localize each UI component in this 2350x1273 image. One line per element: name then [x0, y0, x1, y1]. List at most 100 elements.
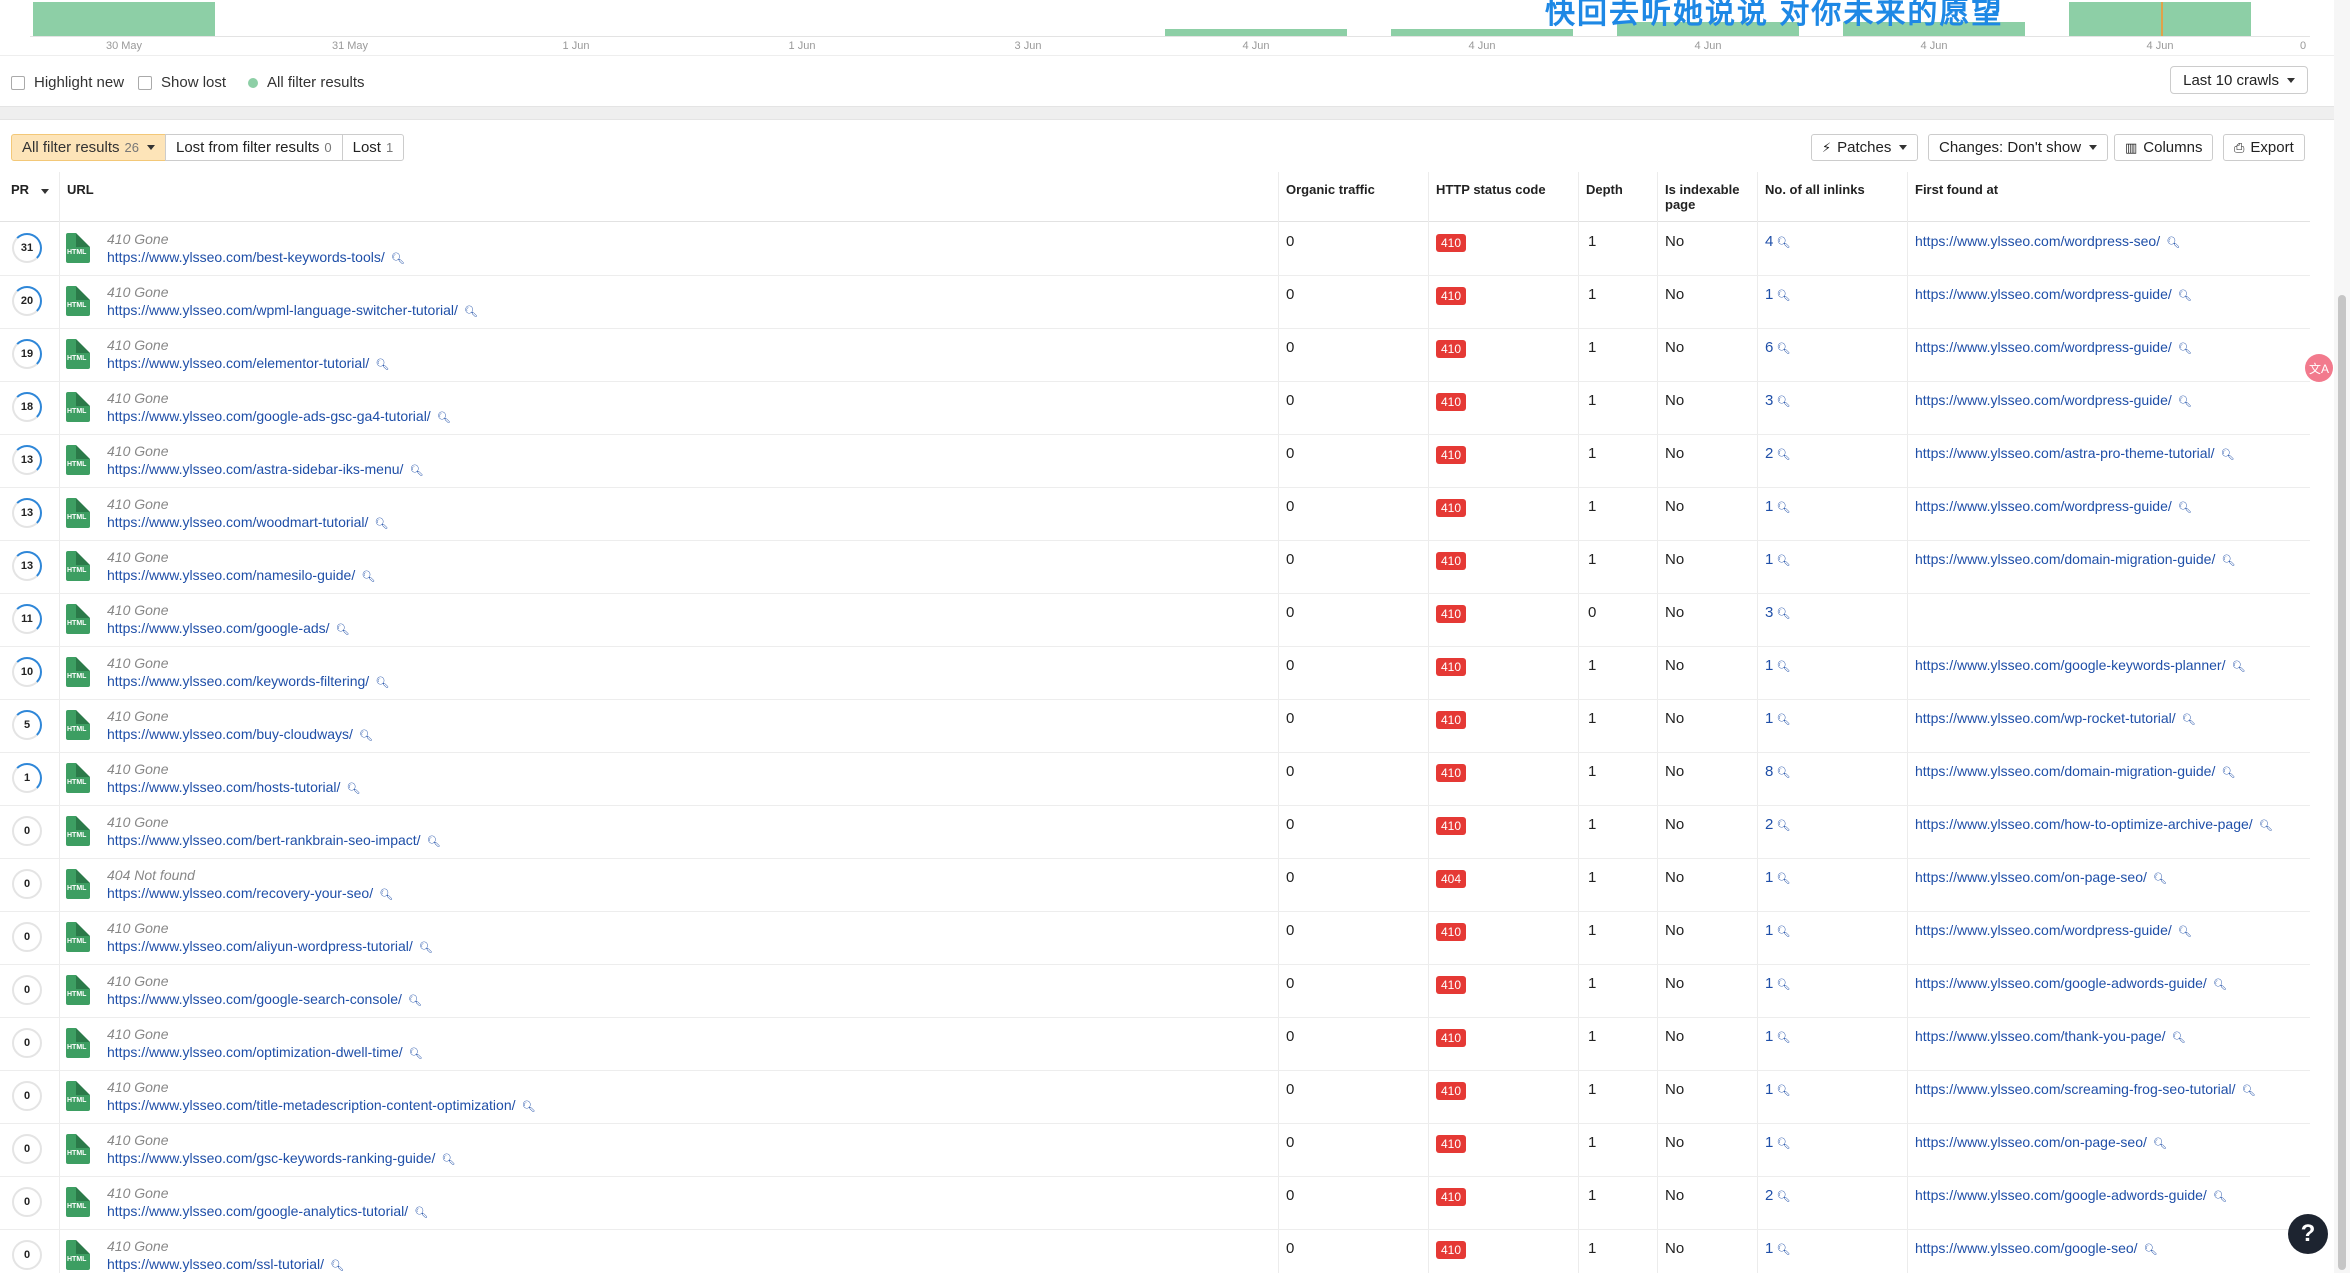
scrollbar[interactable] [2334, 0, 2350, 1273]
search-icon[interactable]: 🔍︎ [1776, 979, 1790, 991]
table-row[interactable]: 0 HTML 410 Gone https://www.ylsseo.com/bert… [0, 806, 2310, 859]
inlinks-count[interactable]: 2 [1765, 816, 1773, 833]
first-found-url[interactable]: https://www.ylsseo.com/astra-pro-theme-t… [1915, 445, 2215, 461]
url-cell[interactable]: https://www.ylsseo.com/gsc-keywords-rank… [107, 1150, 455, 1166]
first-found-url[interactable]: https://www.ylsseo.com/wordpress-seo/ [1915, 233, 2160, 249]
translate-icon[interactable]: 文A [2305, 354, 2333, 382]
table-row[interactable]: 31 HTML 410 Gone https://www.ylsseo.com/bes… [0, 223, 2310, 276]
url-cell[interactable]: https://www.ylsseo.com/google-search-con… [107, 991, 422, 1007]
inlinks-link[interactable]: 2 🔍︎ [1765, 816, 1790, 833]
inlinks-link[interactable]: 1 🔍︎ [1765, 551, 1790, 568]
first-found-url[interactable]: https://www.ylsseo.com/thank-you-page/ [1915, 1028, 2166, 1044]
inlinks-count[interactable]: 1 [1765, 869, 1773, 886]
inlinks-link[interactable]: 1 🔍︎ [1765, 869, 1790, 886]
first-found-url[interactable]: https://www.ylsseo.com/google-adwords-gu… [1915, 975, 2207, 991]
url-cell[interactable]: https://www.ylsseo.com/namesilo-guide/ 🔍︎ [107, 567, 375, 583]
first-found-link[interactable]: https://www.ylsseo.com/domain-migration-… [1915, 551, 2235, 567]
first-found-link[interactable]: https://www.ylsseo.com/google-adwords-gu… [1915, 1187, 2227, 1203]
search-icon[interactable]: 🔍︎ [2172, 1032, 2186, 1044]
url-cell[interactable]: https://www.ylsseo.com/hosts-tutorial/ 🔍︎ [107, 779, 360, 795]
inlinks-count[interactable]: 2 [1765, 445, 1773, 462]
inlinks-link[interactable]: 3 🔍︎ [1765, 392, 1790, 409]
first-found-url[interactable]: https://www.ylsseo.com/on-page-seo/ [1915, 1134, 2147, 1150]
first-found-link[interactable]: https://www.ylsseo.com/wordpress-guide/ 🔍… [1915, 922, 2192, 938]
inlinks-count[interactable]: 2 [1765, 1187, 1773, 1204]
first-found-link[interactable]: https://www.ylsseo.com/on-page-seo/ 🔍︎ [1915, 1134, 2167, 1150]
first-found-link[interactable]: https://www.ylsseo.com/wordpress-guide/ 🔍… [1915, 392, 2192, 408]
search-icon[interactable]: 🔍︎ [375, 359, 389, 371]
search-icon[interactable]: 🔍︎ [522, 1101, 536, 1113]
first-found-url[interactable]: https://www.ylsseo.com/screaming-frog-se… [1915, 1081, 2236, 1097]
table-row[interactable]: 13 HTML 410 Gone https://www.ylsseo.com/woo… [0, 488, 2310, 541]
inlinks-count[interactable]: 3 [1765, 392, 1773, 409]
first-found-url[interactable]: https://www.ylsseo.com/how-to-optimize-a… [1915, 816, 2253, 832]
url-cell[interactable]: https://www.ylsseo.com/best-keywords-too… [107, 249, 405, 265]
first-found-link[interactable]: https://www.ylsseo.com/google-seo/ 🔍︎ [1915, 1240, 2158, 1256]
inlinks-link[interactable]: 1 🔍︎ [1765, 498, 1790, 515]
search-icon[interactable]: 🔍︎ [409, 465, 423, 477]
table-row[interactable]: 5 HTML 410 Gone https://www.ylsseo.com/buy-… [0, 700, 2310, 753]
first-found-link[interactable]: https://www.ylsseo.com/wordpress-guide/ 🔍… [1915, 498, 2192, 514]
search-icon[interactable]: 🔍︎ [1776, 1138, 1790, 1150]
inlinks-count[interactable]: 1 [1765, 1081, 1773, 1098]
table-row[interactable]: 18 HTML 410 Gone https://www.ylsseo.com/goo… [0, 382, 2310, 435]
inlinks-count[interactable]: 1 [1765, 922, 1773, 939]
search-icon[interactable]: 🔍︎ [2144, 1244, 2158, 1256]
search-icon[interactable]: 🔍︎ [375, 677, 389, 689]
search-icon[interactable]: 🔍︎ [1776, 290, 1790, 302]
search-icon[interactable]: 🔍︎ [408, 995, 422, 1007]
inlinks-count[interactable]: 1 [1765, 657, 1773, 674]
search-icon[interactable]: 🔍︎ [346, 783, 360, 795]
inlinks-count[interactable]: 1 [1765, 1134, 1773, 1151]
first-found-link[interactable]: https://www.ylsseo.com/astra-pro-theme-t… [1915, 445, 2235, 461]
col-header-depth[interactable]: Depth [1586, 182, 1623, 197]
first-found-url[interactable]: https://www.ylsseo.com/domain-migration-… [1915, 551, 2215, 567]
search-icon[interactable]: 🔍︎ [1776, 555, 1790, 567]
inlinks-link[interactable]: 6 🔍︎ [1765, 339, 1790, 356]
search-icon[interactable]: 🔍︎ [361, 571, 375, 583]
url-cell[interactable]: https://www.ylsseo.com/bert-rankbrain-se… [107, 832, 441, 848]
first-found-url[interactable]: https://www.ylsseo.com/wordpress-guide/ [1915, 922, 2172, 938]
search-icon[interactable]: 🔍︎ [1776, 343, 1790, 355]
url-link[interactable]: https://www.ylsseo.com/woodmart-tutorial… [107, 514, 368, 530]
inlinks-count[interactable]: 1 [1765, 710, 1773, 727]
url-cell[interactable]: https://www.ylsseo.com/wpml-language-swi… [107, 302, 478, 318]
inlinks-count[interactable]: 1 [1765, 286, 1773, 303]
table-row[interactable]: 0 HTML 410 Gone https://www.ylsseo.com/goog… [0, 1177, 2310, 1230]
inlinks-link[interactable]: 1 🔍︎ [1765, 1134, 1790, 1151]
search-icon[interactable]: 🔍︎ [1776, 873, 1790, 885]
search-icon[interactable]: 🔍︎ [2221, 555, 2235, 567]
url-cell[interactable]: https://www.ylsseo.com/astra-sidebar-iks… [107, 461, 423, 477]
search-icon[interactable]: 🔍︎ [2231, 661, 2245, 673]
url-cell[interactable]: https://www.ylsseo.com/ssl-tutorial/ 🔍︎ [107, 1256, 344, 1272]
url-link[interactable]: https://www.ylsseo.com/gsc-keywords-rank… [107, 1150, 435, 1166]
search-icon[interactable]: 🔍︎ [379, 889, 393, 901]
table-row[interactable]: 13 HTML 410 Gone https://www.ylsseo.com/nam… [0, 541, 2310, 594]
url-cell[interactable]: https://www.ylsseo.com/elementor-tutoria… [107, 355, 389, 371]
scrollbar-thumb[interactable] [2338, 295, 2346, 1270]
table-row[interactable]: 10 HTML 410 Gone https://www.ylsseo.com/key… [0, 647, 2310, 700]
search-icon[interactable]: 🔍︎ [2166, 237, 2180, 249]
first-found-url[interactable]: https://www.ylsseo.com/wp-rocket-tutoria… [1915, 710, 2176, 726]
search-icon[interactable]: 🔍︎ [1776, 502, 1790, 514]
search-icon[interactable]: 🔍︎ [1776, 608, 1790, 620]
inlinks-link[interactable]: 1 🔍︎ [1765, 1028, 1790, 1045]
table-row[interactable]: 0 HTML 410 Gone https://www.ylsseo.com/gsc-… [0, 1124, 2310, 1177]
col-header-inlinks[interactable]: No. of all inlinks [1765, 182, 1865, 197]
url-cell[interactable]: https://www.ylsseo.com/aliyun-wordpress-… [107, 938, 433, 954]
search-icon[interactable]: 🔍︎ [2178, 290, 2192, 302]
search-icon[interactable]: 🔍︎ [1776, 820, 1790, 832]
url-link[interactable]: https://www.ylsseo.com/ssl-tutorial/ [107, 1256, 324, 1272]
url-link[interactable]: https://www.ylsseo.com/google-ads-gsc-ga… [107, 408, 431, 424]
table-row[interactable]: 0 HTML 410 Gone https://www.ylsseo.com/opti… [0, 1018, 2310, 1071]
table-row[interactable]: 0 HTML 404 Not found https://www.ylsseo.com… [0, 859, 2310, 912]
search-icon[interactable]: 🔍︎ [2182, 714, 2196, 726]
col-header-organic-traffic[interactable]: Organic traffic [1286, 182, 1375, 197]
table-row[interactable]: 1 HTML 410 Gone https://www.ylsseo.com/host… [0, 753, 2310, 806]
search-icon[interactable]: 🔍︎ [1776, 661, 1790, 673]
inlinks-link[interactable]: 8 🔍︎ [1765, 763, 1790, 780]
url-link[interactable]: https://www.ylsseo.com/title-metadescrip… [107, 1097, 516, 1113]
search-icon[interactable]: 🔍︎ [414, 1207, 428, 1219]
url-cell[interactable]: https://www.ylsseo.com/optimization-dwel… [107, 1044, 423, 1060]
first-found-link[interactable]: https://www.ylsseo.com/how-to-optimize-a… [1915, 816, 2273, 832]
